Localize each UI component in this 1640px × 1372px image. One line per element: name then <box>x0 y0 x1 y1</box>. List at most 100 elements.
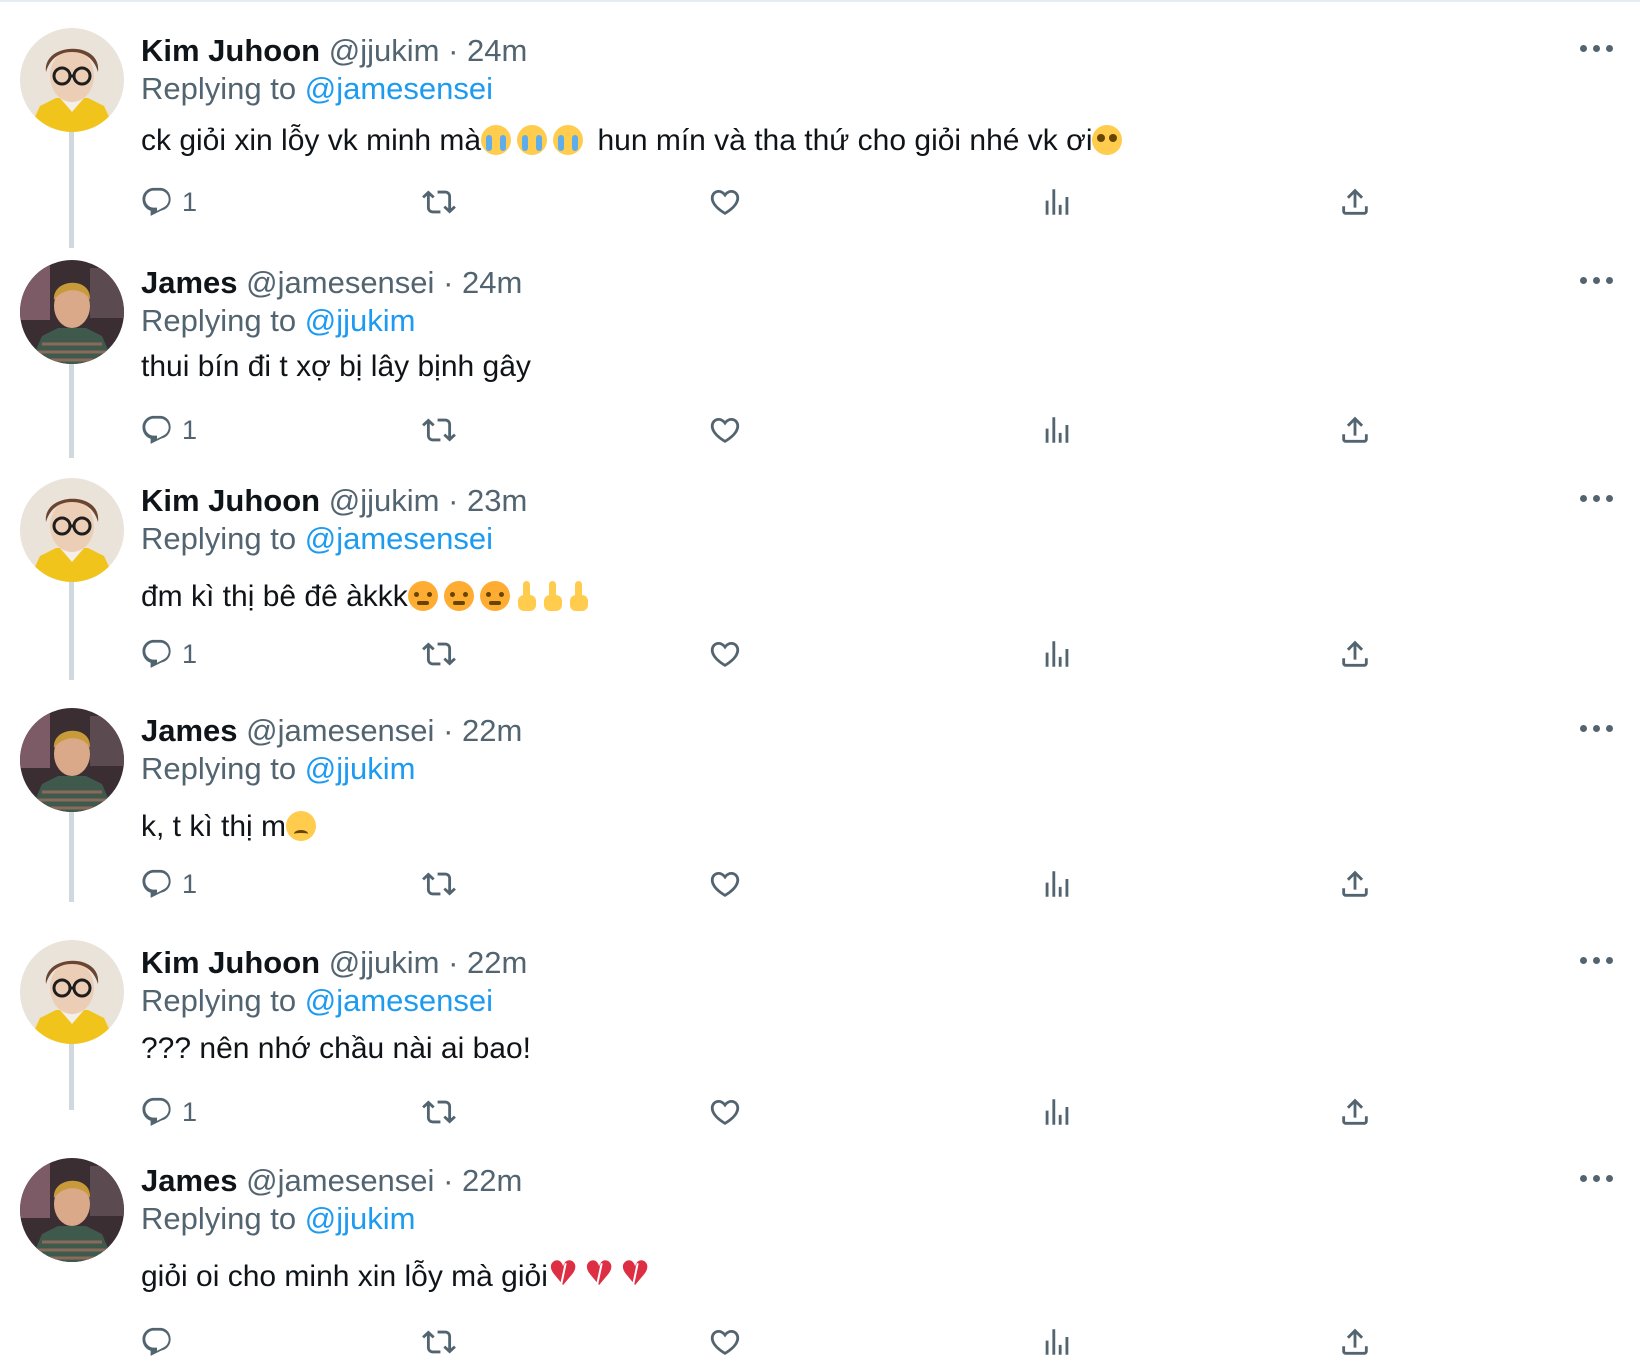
author-handle[interactable]: @jamesensei <box>246 713 434 748</box>
tweet-text: k, t kì thị m <box>141 808 322 846</box>
share-button[interactable] <box>1338 410 1372 450</box>
avatar-james[interactable] <box>20 260 124 364</box>
author-handle[interactable]: @jamesensei <box>246 265 434 300</box>
reply-button[interactable]: 1 <box>140 1092 197 1132</box>
replying-to: Replying to @jjukim <box>141 750 415 788</box>
replying-to-handle[interactable]: @jjukim <box>305 1201 416 1236</box>
tweet-actions: 1 <box>0 410 1640 450</box>
author-name[interactable]: Kim Juhoon <box>141 945 320 980</box>
views-button[interactable] <box>1040 410 1074 450</box>
reply-button[interactable]: 1 <box>140 864 197 904</box>
tweet-header: Kim Juhoon @jjukim · 22m <box>141 944 527 982</box>
retweet-icon <box>422 1100 456 1124</box>
author-handle[interactable]: @jjukim <box>329 33 440 68</box>
more-icon[interactable] <box>1580 722 1616 734</box>
tweet-text: giỏi oi cho minh xin lỗy mà giỏi <box>141 1255 656 1296</box>
loudly-crying-face-emoji <box>481 125 512 155</box>
tweet-actions <box>0 1322 1640 1362</box>
timestamp[interactable]: 22m <box>467 945 527 980</box>
timestamp[interactable]: 22m <box>462 1163 522 1198</box>
avatar-james[interactable] <box>20 1158 124 1262</box>
replying-to-handle[interactable]: @jamesensei <box>305 521 493 556</box>
author-handle[interactable]: @jjukim <box>329 483 440 518</box>
author-name[interactable]: Kim Juhoon <box>141 33 320 68</box>
retweet-button[interactable] <box>422 634 456 674</box>
replying-to-handle[interactable]: @jjukim <box>305 751 416 786</box>
more-icon[interactable] <box>1580 492 1616 504</box>
views-button[interactable] <box>1040 864 1074 904</box>
share-icon <box>1342 1328 1368 1355</box>
tweet-text: thui bín đi t xợ bị lây bịnh gây <box>141 348 531 386</box>
reply-button[interactable]: 1 <box>140 410 197 450</box>
author-handle[interactable]: @jamesensei <box>246 1163 434 1198</box>
like-button[interactable] <box>708 1092 742 1132</box>
author-name[interactable]: James <box>141 713 238 748</box>
more-icon[interactable] <box>1580 1172 1616 1184</box>
share-icon <box>1342 416 1368 443</box>
tweet-header: James @jamesensei · 22m <box>141 1162 522 1200</box>
reply-button[interactable]: 1 <box>140 634 197 674</box>
replying-to-handle[interactable]: @jamesensei <box>305 71 493 106</box>
replying-to-label: Replying to <box>141 71 297 106</box>
share-button[interactable] <box>1338 182 1372 222</box>
middle-finger-emoji <box>568 581 588 611</box>
views-button[interactable] <box>1040 634 1074 674</box>
tweet-text-part: k, t kì thị m <box>141 810 287 843</box>
views-icon <box>1045 1099 1069 1125</box>
reply-button[interactable] <box>140 1322 182 1362</box>
retweet-button[interactable] <box>422 410 456 450</box>
avatar-kim[interactable] <box>20 478 124 582</box>
tweet-text: đm kì thị bê đê àkkk <box>141 578 594 616</box>
author-name[interactable]: James <box>141 1163 238 1198</box>
tweet-text-part: giỏi oi cho minh xin lỗy mà giỏi <box>141 1260 548 1293</box>
views-button[interactable] <box>1040 182 1074 222</box>
reply-count: 1 <box>182 868 198 899</box>
broken-heart-emoji <box>620 1255 650 1293</box>
avatar-kim[interactable] <box>20 28 124 132</box>
reply-icon <box>142 639 171 668</box>
tweet-header: Kim Juhoon @jjukim · 23m <box>141 482 527 520</box>
share-button[interactable] <box>1338 634 1372 674</box>
share-button[interactable] <box>1338 1322 1372 1362</box>
timestamp[interactable]: 22m <box>462 713 522 748</box>
reply-icon <box>142 869 171 898</box>
avatar-kim[interactable] <box>20 940 124 1044</box>
reply-icon <box>142 415 171 444</box>
views-icon <box>1045 1329 1069 1355</box>
timestamp[interactable]: 23m <box>467 483 527 518</box>
replying-to-handle[interactable]: @jamesensei <box>305 983 493 1018</box>
separator-dot: · <box>448 33 459 68</box>
share-button[interactable] <box>1338 864 1372 904</box>
replying-to-label: Replying to <box>141 521 297 556</box>
like-button[interactable] <box>708 864 742 904</box>
author-handle[interactable]: @jjukim <box>329 945 440 980</box>
like-button[interactable] <box>708 182 742 222</box>
retweet-icon <box>422 190 456 214</box>
views-button[interactable] <box>1040 1092 1074 1132</box>
more-icon[interactable] <box>1580 274 1616 286</box>
reply-icon <box>142 187 171 216</box>
retweet-button[interactable] <box>422 1322 456 1362</box>
avatar-james[interactable] <box>20 708 124 812</box>
tweet-actions: 1 <box>0 182 1640 222</box>
tweet-text-part: ??? nên nhớ chầu nài ai bao! <box>141 1032 531 1065</box>
like-button[interactable] <box>708 410 742 450</box>
views-icon <box>1045 417 1069 443</box>
timestamp[interactable]: 24m <box>462 265 522 300</box>
more-icon[interactable] <box>1580 42 1616 54</box>
retweet-button[interactable] <box>422 182 456 222</box>
replying-to: Replying to @jamesensei <box>141 520 493 558</box>
timestamp[interactable]: 24m <box>467 33 527 68</box>
reply-icon <box>142 1327 171 1356</box>
more-icon[interactable] <box>1580 954 1616 966</box>
author-name[interactable]: James <box>141 265 238 300</box>
reply-button[interactable]: 1 <box>140 182 197 222</box>
like-button[interactable] <box>708 634 742 674</box>
share-button[interactable] <box>1338 1092 1372 1132</box>
replying-to-handle[interactable]: @jjukim <box>305 303 416 338</box>
retweet-button[interactable] <box>422 864 456 904</box>
like-button[interactable] <box>708 1322 742 1362</box>
retweet-button[interactable] <box>422 1092 456 1132</box>
views-button[interactable] <box>1040 1322 1074 1362</box>
author-name[interactable]: Kim Juhoon <box>141 483 320 518</box>
